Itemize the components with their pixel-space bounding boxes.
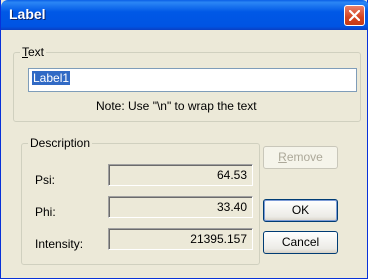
ok-button[interactable]: OK: [263, 199, 338, 222]
psi-value: 64.53: [108, 164, 253, 186]
window-title: Label: [9, 6, 46, 22]
wrap-note: Note: Use "\n" to wrap the text: [96, 99, 257, 113]
text-group: Text Label1 Note: Use "\n" to wrap the t…: [13, 45, 361, 122]
intensity-value: 21395.157: [108, 228, 253, 250]
close-button[interactable]: [344, 5, 365, 26]
text-group-legend: Text: [20, 45, 47, 59]
cancel-button[interactable]: Cancel: [263, 231, 338, 254]
intensity-label: Intensity:: [35, 237, 84, 251]
description-group-legend: Description: [28, 136, 93, 150]
label-text-value: Label1: [32, 71, 71, 85]
remove-button[interactable]: Remove: [263, 146, 338, 169]
psi-label: Psi:: [35, 173, 56, 187]
phi-value: 33.40: [108, 196, 253, 218]
label-dialog: Label Text Label1 Note: Use "\n" to wrap…: [0, 0, 368, 279]
close-icon: [349, 10, 360, 21]
label-text-input[interactable]: Label1: [28, 68, 357, 92]
description-group: Description Psi: 64.53 Phi: 33.40 Intens…: [21, 136, 260, 265]
title-bar[interactable]: Label: [1, 0, 368, 30]
phi-label: Phi:: [35, 205, 56, 219]
